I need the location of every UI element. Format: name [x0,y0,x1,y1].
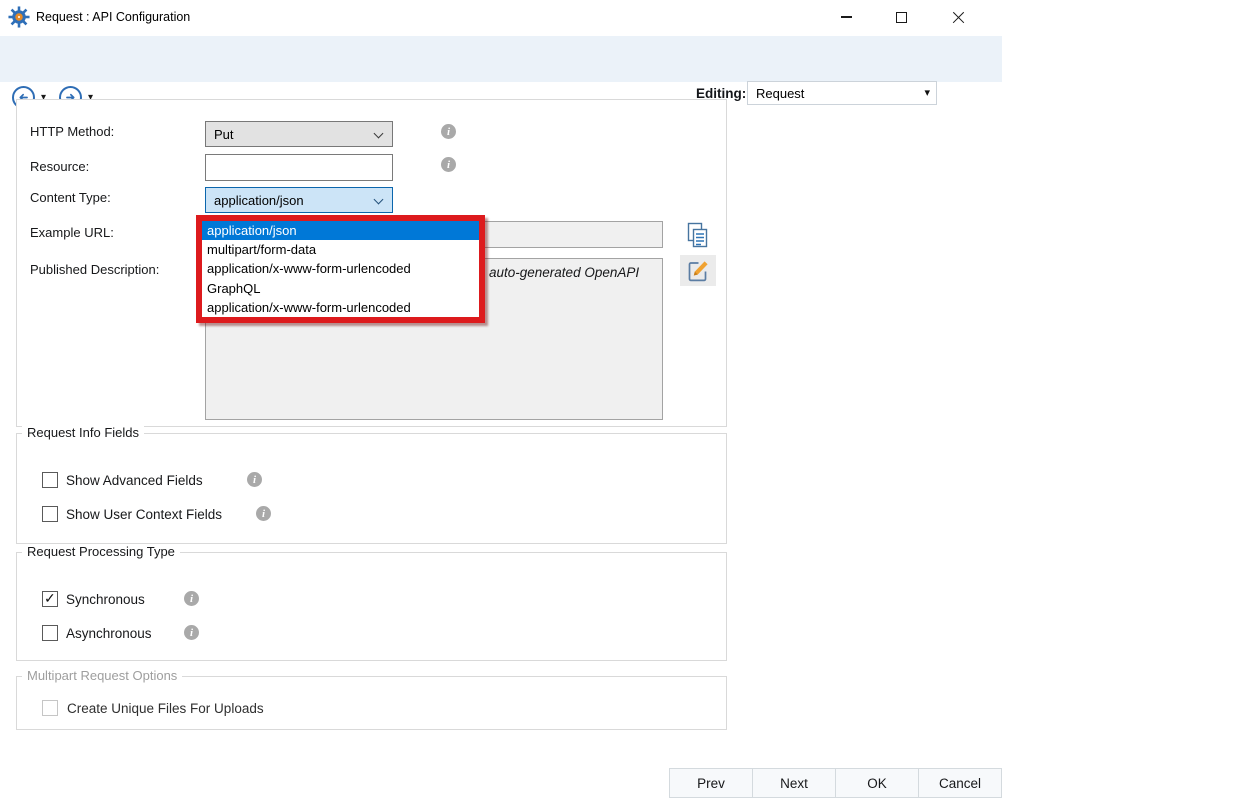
ok-button[interactable]: OK [835,768,919,798]
show-user-context-fields-label[interactable]: Show User Context Fields [66,507,222,522]
prev-button[interactable]: Prev [669,768,753,798]
show-advanced-fields-label[interactable]: Show Advanced Fields [66,473,203,488]
window-title: Request : API Configuration [36,10,191,24]
dropdown-option[interactable]: application/x-www-form-urlencoded [202,298,479,317]
dropdown-option[interactable]: multipart/form-data [202,240,479,259]
create-unique-files-label: Create Unique Files For Uploads [67,701,264,716]
annotation-box: application/json multipart/form-data app… [196,215,485,323]
published-description-text: auto-generated OpenAPI [489,265,640,280]
synchronous-checkbox[interactable] [42,590,58,607]
copy-url-button[interactable] [683,221,711,249]
close-icon [952,11,965,24]
show-user-context-fields-checkbox[interactable] [42,506,58,522]
show-advanced-fields-info-icon[interactable]: i [247,472,262,487]
request-processing-type-legend: Request Processing Type [22,544,180,559]
toolbar: ▾ ▾ Editing: Request ▾ [0,36,1002,109]
edit-pencil-icon [688,260,708,281]
create-unique-files-checkbox [42,700,58,716]
show-advanced-fields-checkbox[interactable] [42,472,58,488]
footer-button-row: Prev Next OK Cancel [669,768,1002,798]
next-button[interactable]: Next [752,768,836,798]
synchronous-label[interactable]: Synchronous [66,592,145,607]
dropdown-option[interactable]: GraphQL [202,279,479,298]
content-type-label: Content Type: [30,190,111,205]
dropdown-option[interactable]: application/json [202,221,479,241]
content-type-value: application/json [214,192,304,208]
http-method-info-icon[interactable]: i [441,124,456,139]
http-method-value: Put [214,126,234,142]
editing-combobox[interactable]: Request ▾ [747,81,937,105]
asynchronous-label[interactable]: Asynchronous [66,626,152,641]
http-method-combobox[interactable]: Put [205,121,393,147]
maximize-icon [895,11,907,23]
minimize-icon [840,16,852,18]
editing-combobox-value: Request [756,85,805,101]
chevron-down-icon [373,194,384,205]
close-button[interactable] [935,0,981,34]
resource-info-icon[interactable]: i [441,157,456,172]
example-url-label: Example URL: [30,225,114,240]
multipart-request-options-legend: Multipart Request Options [22,668,183,683]
request-info-fields-legend: Request Info Fields [22,425,145,440]
copy-pages-icon [687,222,708,247]
http-method-label: HTTP Method: [30,124,115,139]
cancel-button[interactable]: Cancel [918,768,1002,798]
minimize-button[interactable] [823,0,869,34]
maximize-button[interactable] [878,0,924,34]
content-type-combobox[interactable]: application/json [205,187,393,213]
dropdown-option[interactable]: application/x-www-form-urlencoded [202,259,479,278]
asynchronous-checkbox[interactable] [42,625,58,641]
request-api-configuration-window: Request : API Configuration ▾ ▾ Editing:… [0,0,1235,801]
content-type-dropdown-list: application/json multipart/form-data app… [202,221,479,317]
published-description-label: Published Description: [30,262,160,277]
request-info-fields-group: Request Info Fields [16,425,727,544]
edit-description-button[interactable] [680,255,716,286]
titlebar: Request : API Configuration [0,0,1002,34]
synchronous-info-icon[interactable]: i [184,591,199,606]
asynchronous-info-icon[interactable]: i [184,625,199,640]
resource-input[interactable] [205,154,393,181]
chevron-down-icon [373,128,384,139]
show-user-context-fields-info-icon[interactable]: i [256,506,271,521]
resource-label: Resource: [30,159,90,174]
caret-down-icon: ▾ [924,87,930,99]
gear-icon [8,6,30,28]
